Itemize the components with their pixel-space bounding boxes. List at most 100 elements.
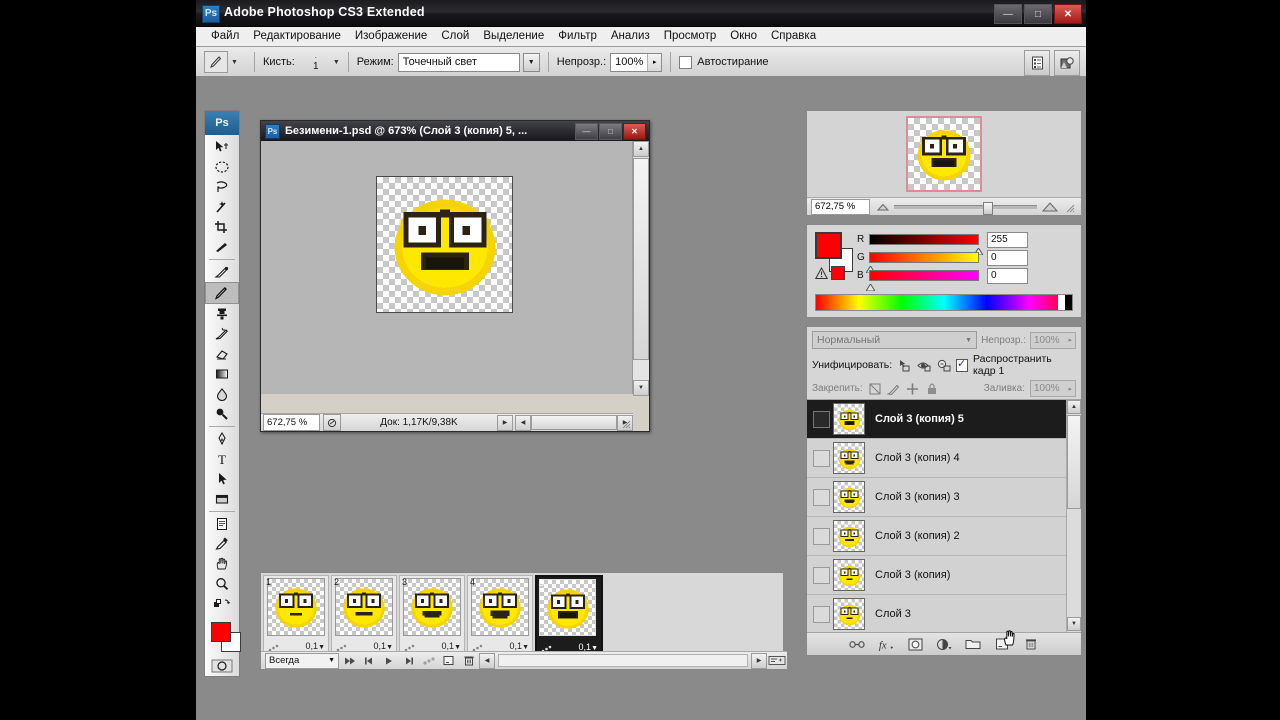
layer-name[interactable]: Слой 3 (копия) 2 [875,530,960,542]
healing-brush-tool[interactable] [205,262,239,282]
scroll-up-arrow-icon[interactable]: ▲ [633,141,649,157]
blur-tool[interactable] [205,384,239,404]
canvas-artwork[interactable] [376,176,513,313]
minimize-button[interactable]: — [994,4,1022,24]
loop-select[interactable]: Всегда ▼ [265,652,339,669]
color-swatches[interactable] [209,620,241,654]
clone-stamp-tool[interactable] [205,304,239,324]
move-tool[interactable] [205,137,239,157]
layer-thumbnail[interactable] [833,442,865,474]
layer-row[interactable]: Слой 3 (копия) 4 [807,439,1081,478]
frame-tween-icon[interactable] [471,640,485,652]
scroll-down-arrow-icon[interactable]: ▼ [633,380,649,396]
bridge-icon[interactable] [1054,50,1080,76]
unify-visibility-icon[interactable] [917,358,932,372]
layer-visibility-toggle[interactable] [811,564,831,586]
frame-delay[interactable]: 0,1▼ [374,641,393,651]
menu-item-1[interactable]: Файл [204,27,246,46]
notes-tool[interactable] [205,514,239,534]
lock-image-icon[interactable] [887,382,901,395]
frame-tween-icon[interactable] [403,640,417,652]
animation-frame[interactable]: 5 0,1▼ [535,575,603,655]
frame-tween-icon[interactable] [335,640,349,652]
document-vertical-scrollbar[interactable]: ▲ ▼ [632,141,649,396]
frame-tween-icon[interactable] [540,641,554,653]
delete-layer-icon[interactable] [1023,636,1039,652]
menu-item-2[interactable]: Редактирование [246,27,348,46]
menu-item-5[interactable]: Выделение [476,27,551,46]
palettes-icon[interactable] [1024,50,1050,76]
color-spectrum-ramp[interactable] [815,294,1073,311]
blend-mode-chevron-down-icon[interactable]: ▼ [522,52,540,72]
color-channel-slider[interactable] [865,252,979,274]
new-group-icon[interactable] [965,636,981,652]
link-layers-icon[interactable] [849,636,865,652]
delete-frame-icon[interactable] [459,654,479,668]
layer-visibility-toggle[interactable] [811,525,831,547]
color-channel-knob[interactable] [865,278,876,292]
document-minimize-button[interactable]: — [575,123,598,140]
color-foreground-swatch[interactable] [815,232,842,259]
layers-scroll-down-icon[interactable]: ▼ [1067,617,1081,631]
layer-name[interactable]: Слой 3 (копия) 3 [875,491,960,503]
animation-scroll-track[interactable] [498,654,748,667]
duplicate-frame-icon[interactable] [439,654,459,668]
anim-scroll-right-icon[interactable]: ▶ [751,652,767,669]
select-previous-frame-icon[interactable] [359,654,379,668]
path-selection-tool[interactable] [205,469,239,489]
layer-name[interactable]: Слой 3 [875,608,911,620]
menu-item-9[interactable]: Окно [723,27,764,46]
animation-frame[interactable]: 2 0,1▼ [331,575,397,653]
menu-item-10[interactable]: Справка [764,27,823,46]
navigator-zoom-value[interactable]: 672,75 % [811,198,870,215]
horizontal-scroll-thumb[interactable] [531,415,617,430]
frame-delay[interactable]: 0,1▼ [510,641,529,651]
layer-visibility-toggle[interactable] [811,447,831,469]
layer-fill-input[interactable]: 100% ▸ [1030,380,1076,397]
quickmask-swap-icons[interactable] [205,594,239,614]
layers-scrollbar[interactable]: ▲ ▼ [1066,400,1081,632]
eraser-tool[interactable] [205,344,239,364]
anim-scroll-left-icon[interactable]: ◀ [479,652,495,669]
layer-mask-icon[interactable] [907,636,923,652]
layer-thumbnail[interactable] [833,403,865,435]
menu-item-4[interactable]: Слой [434,27,476,46]
rectangle-shape-tool[interactable] [205,489,239,509]
layer-name[interactable]: Слой 3 (копия) 4 [875,452,960,464]
layer-visibility-toggle[interactable] [811,603,831,625]
brush-size-preview[interactable]: · 1 [299,52,333,72]
pen-tool[interactable] [205,429,239,449]
layer-thumbnail[interactable] [833,481,865,513]
navigator-resize-grip-icon[interactable] [1064,200,1076,212]
zoom-slider-track[interactable] [894,201,1037,215]
frame-delay[interactable]: 0,1▼ [442,641,461,651]
vertical-scroll-thumb[interactable] [633,158,649,360]
blend-mode-select[interactable]: Точечный свет [397,52,520,72]
layer-thumbnail[interactable] [833,559,865,591]
resize-grip-icon[interactable] [620,418,632,430]
close-button[interactable]: ✕ [1054,4,1082,24]
lasso-tool[interactable] [205,177,239,197]
opacity-chevron-right-icon[interactable]: ▸ [647,53,662,71]
animation-frame[interactable]: 3 0,1▼ [399,575,465,653]
menu-item-8[interactable]: Просмотр [657,27,724,46]
select-first-frame-icon[interactable] [339,654,359,668]
color-channel-value[interactable]: 255 [987,231,1028,248]
status-expand-arrow-icon[interactable]: ▶ [497,414,513,431]
propagate-frame-checkbox[interactable] [955,357,968,372]
navigator-preview[interactable] [807,111,1081,197]
frame-delay[interactable]: 0,1▼ [306,641,325,651]
layer-visibility-toggle[interactable] [811,408,831,430]
color-channel-slider[interactable] [869,234,984,256]
layer-row[interactable]: Слой 3 (копия) [807,556,1081,595]
layer-thumbnail[interactable] [833,598,865,630]
color-channel-value[interactable]: 0 [987,267,1028,284]
lock-all-icon[interactable] [925,382,939,395]
hand-tool[interactable] [205,554,239,574]
brush-tool[interactable] [205,282,239,304]
layer-row[interactable]: Слой 3 (копия) 2 [807,517,1081,556]
autoerase-checkbox[interactable] [679,55,693,69]
select-next-frame-icon[interactable] [399,654,419,668]
color-channel-knob[interactable] [973,242,984,256]
layer-row[interactable]: Слой 3 [807,595,1081,632]
